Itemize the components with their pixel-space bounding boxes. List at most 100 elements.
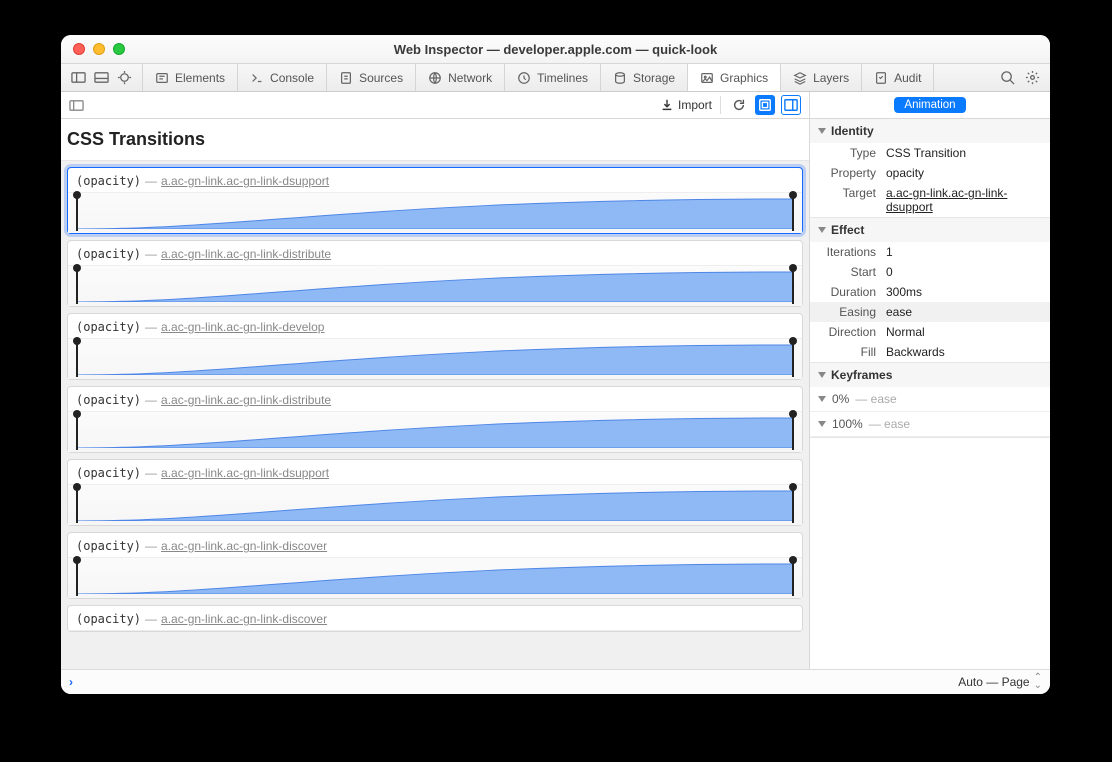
keyframe-row[interactable]: 0% — ease: [810, 387, 1050, 412]
transition-property: (opacity): [76, 539, 141, 553]
import-label: Import: [678, 98, 712, 112]
transition-graph[interactable]: [68, 558, 802, 598]
tab-graphics[interactable]: Graphics: [688, 64, 781, 91]
dock-left-icon[interactable]: [71, 70, 86, 85]
storage-icon: [613, 71, 627, 85]
import-button[interactable]: Import: [660, 98, 712, 112]
transition-header: (opacity) — a.ac-gn-link.ac-gn-link-dsup…: [68, 460, 802, 485]
effect-easing-value[interactable]: ease: [886, 305, 1042, 319]
transition-property: (opacity): [76, 174, 141, 188]
keyframe-marker-end[interactable]: [792, 195, 794, 231]
keyframe-marker-start[interactable]: [76, 341, 78, 377]
transition-item[interactable]: (opacity) — a.ac-gn-link.ac-gn-link-deve…: [67, 313, 803, 380]
disclosure-triangle-icon: [818, 227, 826, 233]
disclosure-triangle-icon: [818, 421, 826, 427]
main-toolbar: Import: [61, 92, 809, 119]
transition-target-link[interactable]: a.ac-gn-link.ac-gn-link-dsupport: [161, 174, 329, 188]
keyframe-marker-start[interactable]: [76, 487, 78, 523]
tab-console[interactable]: Console: [238, 64, 327, 91]
transition-item[interactable]: (opacity) — a.ac-gn-link.ac-gn-link-disc…: [67, 605, 803, 632]
transition-item[interactable]: (opacity) — a.ac-gn-link.ac-gn-link-dsup…: [67, 459, 803, 526]
keyframe-marker-start[interactable]: [76, 195, 78, 231]
close-window-button[interactable]: [73, 43, 85, 55]
keyframe-marker-start[interactable]: [76, 414, 78, 450]
transition-graph[interactable]: [68, 193, 802, 233]
transition-item[interactable]: (opacity) — a.ac-gn-link.ac-gn-link-dist…: [67, 240, 803, 307]
transition-property: (opacity): [76, 393, 141, 407]
effect-fill-value: Backwards: [886, 345, 1042, 359]
transition-item[interactable]: (opacity) — a.ac-gn-link.ac-gn-link-disc…: [67, 532, 803, 599]
keyframe-marker-end[interactable]: [792, 341, 794, 377]
effect-start-value: 0: [886, 265, 1042, 279]
transition-header: (opacity) — a.ac-gn-link.ac-gn-link-disc…: [68, 606, 802, 631]
animation-badge[interactable]: Animation: [894, 97, 965, 113]
tab-elements[interactable]: Elements: [142, 64, 238, 91]
transition-header: (opacity) — a.ac-gn-link.ac-gn-link-dist…: [68, 387, 802, 412]
disclosure-triangle-icon: [818, 128, 826, 134]
console-icon: [250, 71, 264, 85]
keyframe-percent: 100%: [832, 417, 863, 431]
section-title: CSS Transitions: [61, 119, 809, 161]
transition-item[interactable]: (opacity) — a.ac-gn-link.ac-gn-link-dsup…: [67, 167, 803, 234]
content-area[interactable]: CSS Transitions (opacity) — a.ac-gn-link…: [61, 119, 809, 669]
identity-type-value: CSS Transition: [886, 146, 1042, 160]
transition-target-link[interactable]: a.ac-gn-link.ac-gn-link-develop: [161, 320, 324, 334]
section-identity[interactable]: Identity: [810, 119, 1050, 143]
full-collection-toggle[interactable]: [755, 95, 775, 115]
transition-target-link[interactable]: a.ac-gn-link.ac-gn-link-distribute: [161, 247, 331, 261]
keyframe-percent: 0%: [832, 392, 849, 406]
gear-icon[interactable]: [1025, 70, 1040, 85]
tab-timelines[interactable]: Timelines: [505, 64, 601, 91]
keyframe-row[interactable]: 100% — ease: [810, 412, 1050, 437]
keyframe-easing: — ease: [855, 392, 896, 406]
keyframe-marker-end[interactable]: [792, 414, 794, 450]
details-sidebar-toggle[interactable]: [781, 95, 801, 115]
context-selector[interactable]: Auto — Page ⌃⌄: [958, 674, 1042, 690]
search-icon[interactable]: [1000, 70, 1015, 85]
reload-button[interactable]: [729, 95, 749, 115]
keyframe-easing: — ease: [869, 417, 910, 431]
elements-icon: [155, 71, 169, 85]
transition-graph[interactable]: [68, 266, 802, 306]
undock-icon[interactable]: [117, 70, 132, 85]
console-prompt-icon[interactable]: ›: [69, 675, 73, 689]
tab-audit[interactable]: Audit: [862, 64, 934, 91]
tab-layers[interactable]: Layers: [781, 64, 862, 91]
section-keyframes[interactable]: Keyframes: [810, 363, 1050, 387]
tab-storage[interactable]: Storage: [601, 64, 688, 91]
transition-target-link[interactable]: a.ac-gn-link.ac-gn-link-dsupport: [161, 466, 329, 480]
zoom-window-button[interactable]: [113, 43, 125, 55]
transition-item[interactable]: (opacity) — a.ac-gn-link.ac-gn-link-dist…: [67, 386, 803, 453]
transition-target-link[interactable]: a.ac-gn-link.ac-gn-link-discover: [161, 539, 327, 553]
navigation-sidebar-icon[interactable]: [69, 98, 84, 113]
transition-target-link[interactable]: a.ac-gn-link.ac-gn-link-discover: [161, 612, 327, 626]
body: Import CSS Transitions (opacity) — a.ac-…: [61, 92, 1050, 669]
details-sidebar: Animation Identity TypeCSS Transition Pr…: [809, 92, 1050, 669]
identity-property-value: opacity: [886, 166, 1042, 180]
keyframe-marker-start[interactable]: [76, 268, 78, 304]
keyframe-marker-end[interactable]: [792, 487, 794, 523]
keyframe-marker-end[interactable]: [792, 560, 794, 596]
inspector-window: Web Inspector — developer.apple.com — qu…: [61, 35, 1050, 694]
transition-header: (opacity) — a.ac-gn-link.ac-gn-link-deve…: [68, 314, 802, 339]
transition-graph[interactable]: [68, 485, 802, 525]
transition-graph[interactable]: [68, 339, 802, 379]
tab-network[interactable]: Network: [416, 64, 505, 91]
identity-target-link[interactable]: a.ac-gn-link.ac-gn-link-dsupport: [886, 186, 1042, 214]
footer: › Auto — Page ⌃⌄: [61, 669, 1050, 694]
transition-header: (opacity) — a.ac-gn-link.ac-gn-link-disc…: [68, 533, 802, 558]
network-icon: [428, 71, 442, 85]
tab-sources[interactable]: Sources: [327, 64, 416, 91]
minimize-window-button[interactable]: [93, 43, 105, 55]
sources-icon: [339, 71, 353, 85]
keyframe-marker-end[interactable]: [792, 268, 794, 304]
window-title: Web Inspector — developer.apple.com — qu…: [61, 42, 1050, 57]
graphics-icon: [700, 71, 714, 85]
dock-bottom-icon[interactable]: [94, 70, 109, 85]
effect-direction-value: Normal: [886, 325, 1042, 339]
transition-target-link[interactable]: a.ac-gn-link.ac-gn-link-distribute: [161, 393, 331, 407]
keyframe-marker-start[interactable]: [76, 560, 78, 596]
transition-graph[interactable]: [68, 412, 802, 452]
chevron-updown-icon: ⌃⌄: [1034, 674, 1042, 690]
section-effect[interactable]: Effect: [810, 218, 1050, 242]
